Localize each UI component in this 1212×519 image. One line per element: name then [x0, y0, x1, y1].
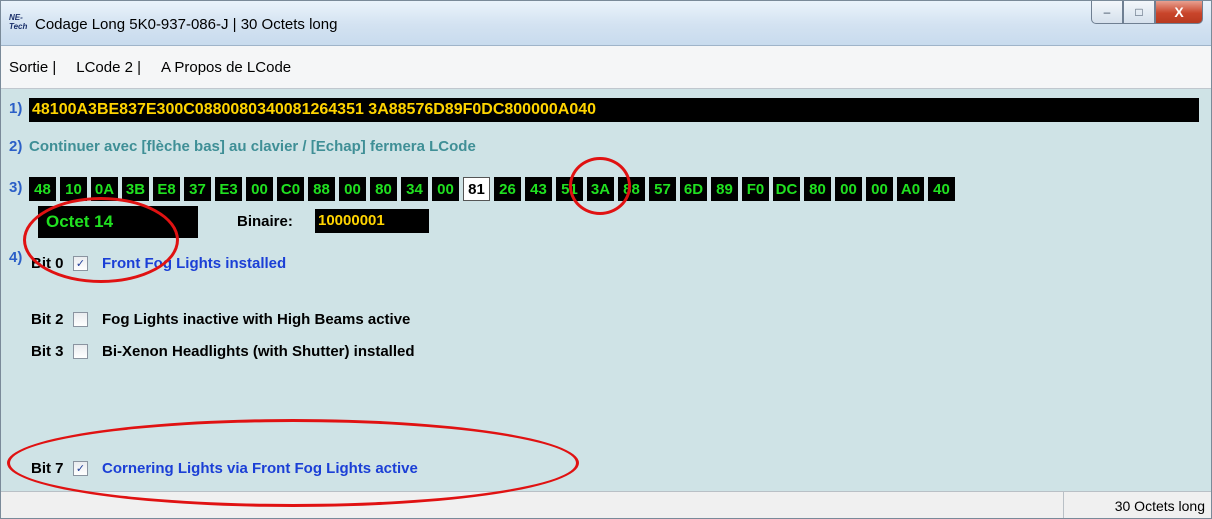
bit-row: Bit 7 ✓ Cornering Lights via Front Fog L…: [31, 457, 418, 479]
title-bar: NE-Tech Codage Long 5K0-937-086-J | 30 O…: [1, 1, 1211, 46]
coding-panel: 1) 48100A3BE837E300C0880080340081264351 …: [9, 91, 1205, 491]
byte-cell[interactable]: 34: [401, 177, 428, 201]
bit-row: Bit 3 Bi-Xenon Headlights (with Shutter)…: [31, 340, 415, 362]
menu-item-lcode2[interactable]: LCode 2 |: [68, 59, 141, 76]
step-1-number: 1): [9, 100, 23, 117]
byte-cell[interactable]: 81: [463, 177, 490, 201]
main-window: NE-Tech Codage Long 5K0-937-086-J | 30 O…: [0, 0, 1212, 519]
bit-row: Bit 2 Fog Lights inactive with High Beam…: [31, 308, 410, 330]
minimize-button[interactable]: –: [1091, 1, 1123, 24]
byte-selector: 48 10 0A 3B E8 37 E3 00 C0 88 00 80 34 00 81 26 43 51 3A 88…: [29, 177, 1205, 203]
bit-label: Bit 3: [31, 342, 64, 360]
byte-cell[interactable]: 88: [308, 177, 335, 201]
binary-value-field: 10000001: [315, 209, 429, 233]
byte-cell[interactable]: F0: [742, 177, 769, 201]
bit-label: Bit 2: [31, 310, 64, 328]
bit-7-checkbox[interactable]: ✓: [73, 460, 88, 476]
byte-cell[interactable]: 26: [494, 177, 521, 201]
menu-item-a-propos[interactable]: A Propos de LCode: [153, 59, 291, 76]
byte-cell[interactable]: 00: [339, 177, 366, 201]
binary-label: Binaire:: [237, 213, 293, 230]
byte-cell[interactable]: C0: [277, 177, 304, 201]
byte-cell[interactable]: 80: [804, 177, 831, 201]
menu-item-sortie[interactable]: Sortie |: [1, 59, 56, 76]
status-bar: 30 Octets long: [1, 491, 1211, 518]
byte-cell[interactable]: 0A: [91, 177, 118, 201]
byte-cell[interactable]: 51: [556, 177, 583, 201]
bit-description: Fog Lights inactive with High Beams acti…: [102, 310, 411, 328]
bit-label: Bit 7: [31, 459, 64, 477]
byte-cell[interactable]: 37: [184, 177, 211, 201]
bit-2-checkbox[interactable]: [73, 311, 88, 327]
step-2-number: 2): [9, 138, 23, 155]
hex-code-field[interactable]: 48100A3BE837E300C0880080340081264351 3A8…: [29, 98, 1199, 122]
bit-label: Bit 0: [31, 254, 64, 272]
byte-cell[interactable]: 00: [432, 177, 459, 201]
bit-description: Cornering Lights via Front Fog Lights ac…: [102, 459, 418, 477]
step-4-number: 4): [9, 249, 23, 266]
bit-row: Bit 0 ✓ Front Fog Lights installed: [31, 252, 286, 274]
bit-description: Bi-Xenon Headlights (with Shutter) insta…: [102, 342, 415, 360]
byte-cell[interactable]: E3: [215, 177, 242, 201]
status-divider: [1063, 492, 1064, 518]
octet-indicator: Octet 14: [38, 206, 198, 238]
step-3-number: 3): [9, 179, 23, 196]
byte-cell[interactable]: 40: [928, 177, 955, 201]
byte-cell[interactable]: 00: [246, 177, 273, 201]
byte-cell[interactable]: 43: [525, 177, 552, 201]
byte-cell[interactable]: 89: [711, 177, 738, 201]
window-title: Codage Long 5K0-937-086-J | 30 Octets lo…: [35, 16, 338, 33]
byte-cell[interactable]: A0: [897, 177, 924, 201]
byte-cell[interactable]: 00: [866, 177, 893, 201]
menu-bar: Sortie | LCode 2 | A Propos de LCode: [1, 46, 1211, 89]
bit-description: Front Fog Lights installed: [102, 254, 287, 272]
byte-cell[interactable]: E8: [153, 177, 180, 201]
bit-0-checkbox[interactable]: ✓: [73, 255, 88, 271]
close-button[interactable]: X: [1155, 1, 1203, 24]
byte-cell[interactable]: 80: [370, 177, 397, 201]
byte-cell[interactable]: 88: [618, 177, 645, 201]
maximize-button[interactable]: □: [1123, 1, 1155, 24]
byte-cell[interactable]: 48: [29, 177, 56, 201]
byte-cell[interactable]: 6D: [680, 177, 707, 201]
window-controls: – □ X: [1091, 1, 1203, 27]
byte-cell[interactable]: 3B: [122, 177, 149, 201]
byte-cell[interactable]: 57: [649, 177, 676, 201]
byte-cell[interactable]: DC: [773, 177, 800, 201]
byte-cell[interactable]: 3A: [587, 177, 614, 201]
status-octets-count: 30 Octets long: [1114, 498, 1205, 514]
byte-cell[interactable]: 10: [60, 177, 87, 201]
instruction-text: Continuer avec [flèche bas] au clavier /…: [29, 138, 476, 155]
byte-cell[interactable]: 00: [835, 177, 862, 201]
app-logo-icon: NE-Tech: [9, 13, 28, 31]
bit-3-checkbox[interactable]: [73, 343, 88, 359]
